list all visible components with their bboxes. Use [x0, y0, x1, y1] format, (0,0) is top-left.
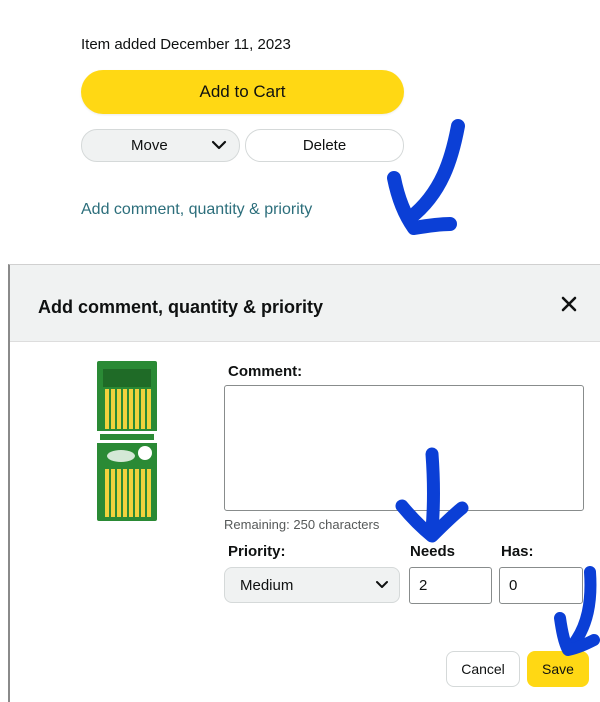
dialog-title: Add comment, quantity & priority [38, 297, 324, 317]
priority-label: Priority: [228, 543, 286, 560]
product-image [97, 361, 157, 521]
annotation-arrow-icon [387, 119, 465, 235]
chevron-down-icon [375, 577, 389, 597]
comment-dialog: Add comment, quantity & priority Comment… [8, 264, 600, 702]
chevron-down-icon [211, 136, 227, 158]
add-to-cart-button[interactable]: Add to Cart [81, 70, 404, 114]
remaining-characters: Remaining: 250 characters [224, 517, 380, 532]
needs-input[interactable]: 2 [409, 567, 492, 604]
add-to-cart-label: Add to Cart [199, 82, 286, 101]
priority-value: Medium [240, 576, 294, 594]
comment-label: Comment: [228, 363, 303, 380]
delete-label: Delete [302, 137, 347, 154]
annotation-arrow-icon [554, 566, 600, 656]
item-added-date: Item added December 11, 2023 [81, 36, 291, 53]
cancel-label: Cancel [461, 661, 505, 677]
move-label: Move [131, 137, 168, 154]
priority-select[interactable]: Medium [224, 567, 400, 603]
add-comment-link[interactable]: Add comment, quantity & priority [81, 201, 312, 219]
move-dropdown[interactable]: Move [81, 129, 240, 162]
has-label: Has: [501, 543, 534, 560]
cancel-button[interactable]: Cancel [446, 651, 520, 687]
annotation-arrow-icon [395, 447, 469, 543]
dialog-header: Add comment, quantity & priority [10, 265, 600, 342]
close-icon[interactable] [558, 293, 580, 315]
